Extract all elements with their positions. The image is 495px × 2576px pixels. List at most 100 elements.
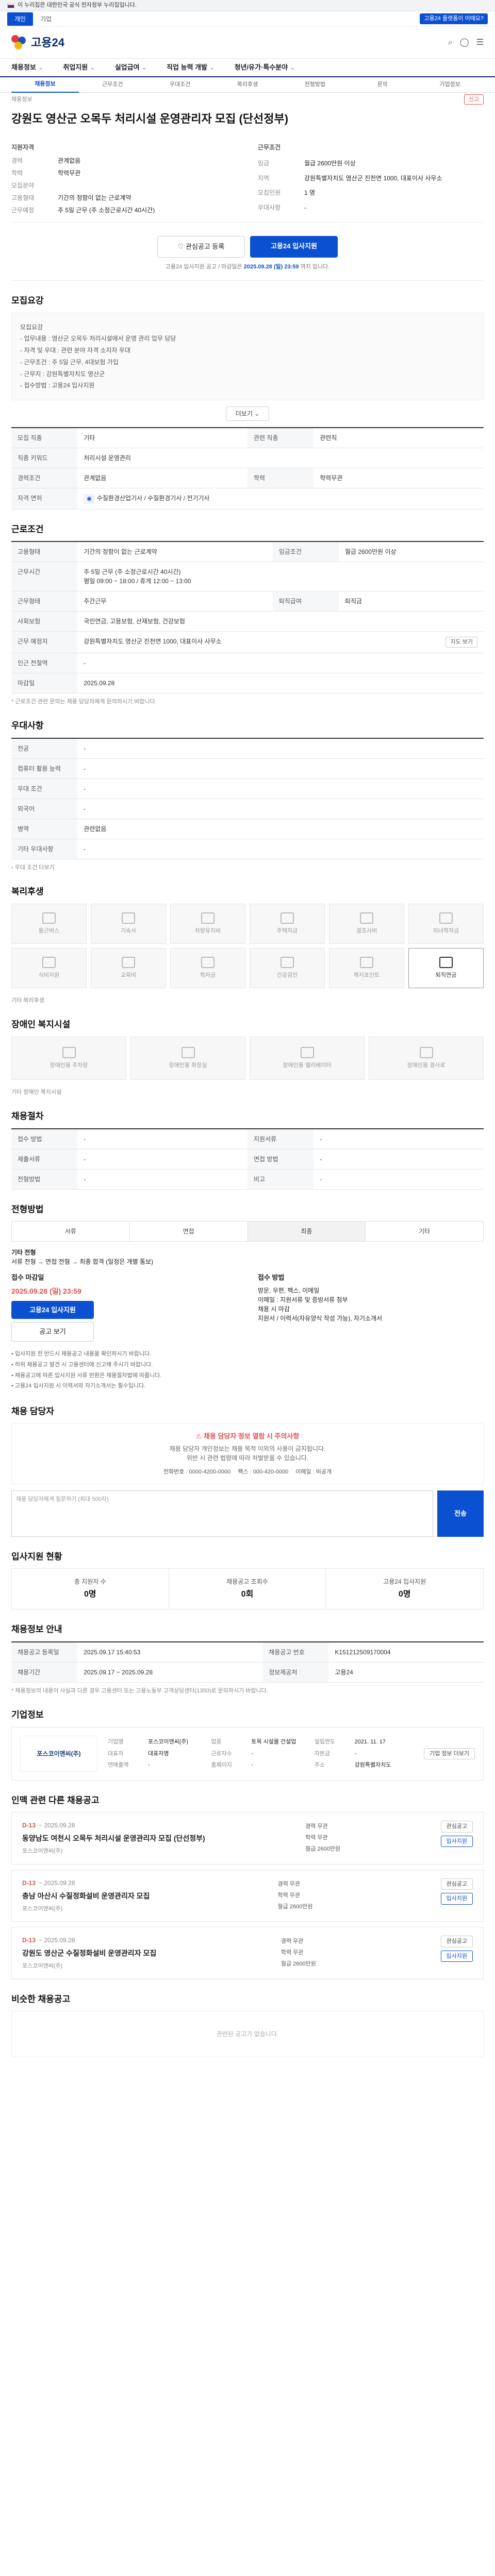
tab-welfare[interactable]: 복리후생	[214, 77, 282, 92]
report-button[interactable]: 신고	[464, 94, 484, 105]
pref-more-link[interactable]: › 우대 조건 더보기	[11, 863, 484, 872]
save-job-button[interactable]: 관심공고	[440, 1936, 473, 1947]
tab-preference[interactable]: 우대조건	[146, 77, 214, 92]
process-method: 기타 전형 서류 전형 → 면접 전형 → 최종 합격 (일정은 개별 통보)	[11, 1248, 484, 1266]
company-more-button[interactable]: 기업 정보 더보기	[424, 1748, 475, 1760]
work-hours-detail: 평일 09:00 ~ 18:00 / 휴게 12:00 ~ 13:00	[84, 578, 191, 585]
save-job-button[interactable]: 관심공고	[440, 1821, 473, 1833]
contact-section-title: 채용 담당자	[11, 1406, 54, 1417]
apply-button[interactable]: 고용24 입사지원	[250, 236, 338, 258]
nav-employment-support[interactable]: 취업지원	[63, 62, 103, 73]
tab-personal[interactable]: 개인	[7, 12, 34, 26]
gift-icon	[360, 912, 373, 924]
apply-job-button[interactable]: 입사지원	[440, 1950, 473, 1962]
contact-info: 전화번호 : 0000-4200-0000 팩스 : 000-420-0000 …	[19, 1468, 476, 1477]
nav-youth[interactable]: 청년/유가·특수분야	[235, 62, 304, 73]
main-nav: 채용정보 취업지원 실업급여 직업 능력 개발 청년/유가·특수분야	[0, 59, 495, 77]
car-icon	[201, 912, 214, 924]
process-tab-etc[interactable]: 기타	[366, 1222, 483, 1241]
row-value: 2025.09.17 ~ 2025.09.28	[77, 1662, 263, 1683]
disability-label: 장애인용 경사로	[407, 1062, 446, 1069]
disability-section-title: 장애인 복지시설	[11, 1020, 71, 1030]
nav-unemployment[interactable]: 실업급여	[115, 62, 155, 73]
view-posting-button[interactable]: 공고 보기	[11, 1322, 94, 1342]
job-card[interactable]: D-13 ~ 2025.09.28 충남 아산시 수질정화설비 운영관리자 모집 포스…	[11, 1869, 484, 1922]
house-icon	[280, 912, 294, 924]
disability-card: 장애인용 화장실	[130, 1036, 245, 1080]
job-info: 경력 무관	[305, 1823, 328, 1830]
summary-key: 모집인원	[258, 189, 281, 197]
row-value: 퇴직금	[338, 591, 484, 612]
process-tab-interview[interactable]: 면접	[130, 1222, 248, 1242]
job-info: 학력 무관	[277, 1892, 300, 1899]
nav-training[interactable]: 직업 능력 개발	[167, 62, 223, 73]
apply-job-button[interactable]: 입사지원	[440, 1893, 473, 1905]
deadline-note: 고용24 입사지원 공고 / 마감일은 2025.09.28 (일) 23:59…	[11, 263, 484, 281]
row-key: 근무 예정지	[11, 631, 78, 653]
more-button[interactable]: 더보기 ⌄	[225, 406, 270, 421]
apply-way-line: 방문, 우편, 팩스, 이메일	[258, 1286, 320, 1294]
apply-way-title: 접수 방법	[258, 1274, 285, 1282]
tab-company[interactable]: 기업	[33, 12, 59, 26]
job-card-title[interactable]: 충남 아산시 수질정화설비 운영관리자 모집	[22, 1891, 150, 1902]
save-job-button[interactable]: 관심공고	[440, 1878, 473, 1890]
row-key: 사회보험	[11, 611, 78, 632]
job-card[interactable]: D-13 ~ 2025.09.28 동양남도 여천시 오목두 처리시설 운영관리자 …	[11, 1812, 484, 1865]
row-value: -	[77, 778, 484, 799]
process-tabs: 서류 면접 최종 기타	[11, 1221, 484, 1242]
jobseeker-section-title: 채용절차	[11, 1111, 44, 1122]
school-icon	[439, 912, 453, 924]
tab-contact[interactable]: 문의	[349, 77, 416, 92]
process-tab-docs[interactable]: 서류	[12, 1222, 130, 1242]
row-key: 제출서류	[11, 1149, 78, 1170]
summary-key: 고용형태	[11, 194, 35, 201]
user-type-bar: 개인 기업 고용24 플랫폼이 어때요?	[0, 11, 495, 27]
row-key: 고용형태	[11, 541, 78, 563]
welfare-label: 주택자금	[276, 927, 298, 934]
map-button[interactable]: 지도 보기	[446, 637, 477, 648]
job-card[interactable]: D-13 ~ 2025.09.28 강원도 영산군 수질정화설비 운영관리자 모집 포…	[11, 1927, 484, 1979]
company-value: 대표자명	[148, 1750, 169, 1757]
tab-company[interactable]: 기업정보	[416, 77, 484, 92]
row-key: 기타 우대사항	[11, 839, 78, 859]
save-job-button[interactable]: ♡ 관심공고 등록	[157, 236, 245, 258]
job-card-title[interactable]: 강원도 영산군 수질정화설비 운영관리자 모집	[22, 1948, 156, 1959]
stat-value: 0명	[398, 1590, 411, 1599]
parking-icon	[62, 1046, 76, 1058]
apply-button-2[interactable]: 고용24 입사지원	[11, 1300, 94, 1319]
tab-recruit[interactable]: 채용정보	[11, 77, 79, 93]
row-key: 채용공고 번호	[262, 1641, 329, 1663]
job-card-title[interactable]: 동양남도 여천시 오목두 처리시설 운영관리자 모집 (단선정부)	[22, 1833, 205, 1844]
stat-label: 총 지원자 수	[74, 1578, 106, 1586]
send-button[interactable]: 전송	[437, 1490, 484, 1537]
stat-cell: 고용24 입사지원 0명	[326, 1569, 483, 1609]
row-value: -	[314, 1169, 484, 1190]
site-logo[interactable]: 고용24	[11, 34, 64, 51]
menu-icon[interactable]: ☰	[476, 37, 484, 49]
nav-jobs[interactable]: 채용정보	[11, 62, 52, 73]
welfare-label: 기숙사	[120, 927, 137, 934]
pref-table: 전공 - 컴퓨터 활용 능력 - 우대 조건 - 외국어 - 병역 관련없음 기타 우대사…	[11, 737, 484, 859]
welfare-grid: 통근버스 기숙사 차량유지비 주택자금 경조사비 자녀학자금 식비지원 교육비 …	[11, 903, 484, 988]
row-key: 경력조건	[11, 468, 78, 489]
tab-process[interactable]: 전형방법	[281, 77, 349, 92]
conditions-note: * 근로조건 관련 문의는 채용 담당자에게 문의하시기 바랍니다.	[11, 698, 157, 705]
apply-job-button[interactable]: 입사지원	[440, 1835, 473, 1848]
row-value: 월급 2600만원 이상	[338, 541, 484, 563]
restroom-icon	[181, 1046, 195, 1058]
row-key: 퇴직급여	[272, 591, 339, 612]
row-value: 관련없음	[77, 819, 484, 839]
location-cell: 지도 보기 강원특별자치도 영산군 진천면 1000, 대표이사 사무소	[77, 631, 484, 653]
search-icon[interactable]: ⌕	[448, 37, 453, 49]
question-input[interactable]: 채용 담당자에게 질문하기 (최대 500자)	[11, 1490, 433, 1537]
row-value: -	[77, 758, 484, 779]
notice-line: - 업무내용 : 영산군 오목두 처리시설에서 운영 관리 업무 담당	[20, 335, 176, 343]
row-key: 면접 방법	[248, 1149, 314, 1170]
tab-conditions[interactable]: 근무조건	[79, 77, 146, 92]
process-tab-final[interactable]: 최종	[248, 1222, 366, 1242]
summary-value	[58, 181, 237, 190]
platform-survey-badge[interactable]: 고용24 플랫폼이 어때요?	[420, 13, 488, 24]
contact-alert: ⚠ 채용 담당자 정보 열람 시 주의사항 채용 담당자 개인정보는 채용 목적…	[11, 1423, 484, 1484]
user-icon[interactable]: ◯	[460, 37, 469, 49]
row-key: 채용공고 등록일	[11, 1641, 78, 1663]
